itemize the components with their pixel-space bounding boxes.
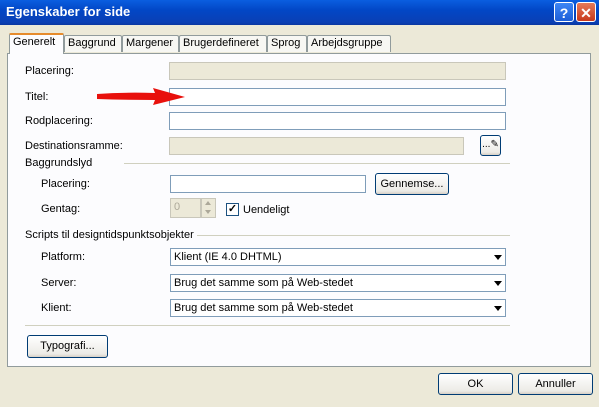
platform-select[interactable]: Klient (IE 4.0 DHTML) <box>170 248 506 266</box>
spin-up-icon <box>205 201 211 205</box>
client-label: Klient: <box>41 302 72 314</box>
browse-button[interactable]: Gennemse... <box>375 173 449 195</box>
close-button[interactable]: ✕ <box>576 2 596 22</box>
titel-field[interactable] <box>169 88 506 106</box>
client-value: Brug det samme som på Web-stedet <box>174 302 353 314</box>
background-sound-heading: Baggrundslyd <box>25 157 93 169</box>
tab-margener[interactable]: Margener <box>122 35 179 52</box>
repeat-label: Gentag: <box>41 203 81 215</box>
destination-field <box>169 137 464 155</box>
destination-picker-button[interactable]: ...✎ <box>480 135 501 156</box>
titel-input[interactable] <box>170 89 505 105</box>
chevron-down-icon[interactable] <box>491 276 504 290</box>
rodplacering-input[interactable] <box>170 113 505 129</box>
placering-label: Placering: <box>25 65 74 77</box>
style-button[interactable]: Typografi... <box>27 335 108 358</box>
tab-sprog[interactable]: Sprog <box>267 35 307 52</box>
sound-location-input[interactable] <box>171 176 365 192</box>
server-label: Server: <box>41 277 77 289</box>
rodplacering-label: Rodplacering: <box>25 115 93 127</box>
divider <box>25 325 510 326</box>
divider <box>124 163 510 164</box>
platform-label: Platform: <box>41 251 86 263</box>
tab-brugerdefineret[interactable]: Brugerdefineret <box>179 35 267 52</box>
repeat-spinner <box>201 198 216 218</box>
red-arrow-annotation <box>97 88 185 105</box>
tab-arbejdsgruppe[interactable]: Arbejdsgruppe <box>307 35 391 52</box>
spin-down-icon <box>205 210 211 214</box>
help-button[interactable]: ? <box>554 2 574 22</box>
placering-field <box>169 62 506 80</box>
scripts-heading: Scripts til designtidspunktsobjekter <box>25 229 194 241</box>
destination-label: Destinationsramme: <box>25 140 123 152</box>
infinite-checkbox[interactable]: ✓ <box>226 203 239 216</box>
ok-button[interactable]: OK <box>438 373 513 395</box>
cancel-button[interactable]: Annuller <box>518 373 593 395</box>
repeat-count-field: 0 <box>170 198 201 218</box>
tab-baggrund[interactable]: Baggrund <box>64 35 122 52</box>
chevron-down-icon[interactable] <box>491 301 504 315</box>
tab-generelt[interactable]: Generelt <box>9 33 64 54</box>
server-select[interactable]: Brug det samme som på Web-stedet <box>170 274 506 292</box>
chevron-down-icon[interactable] <box>491 250 504 264</box>
sound-placering-label: Placering: <box>41 178 90 190</box>
sound-location-field[interactable] <box>170 175 366 193</box>
infinite-label: Uendeligt <box>243 204 290 216</box>
titel-label: Titel: <box>25 91 49 103</box>
client-select[interactable]: Brug det samme som på Web-stedet <box>170 299 506 317</box>
pencil-icon: ✎ <box>490 139 499 150</box>
platform-value: Klient (IE 4.0 DHTML) <box>174 251 282 263</box>
rodplacering-field[interactable] <box>169 112 506 130</box>
window-title: Egenskaber for side <box>6 4 131 19</box>
check-icon: ✓ <box>227 203 238 215</box>
divider <box>197 235 510 236</box>
server-value: Brug det samme som på Web-stedet <box>174 277 353 289</box>
